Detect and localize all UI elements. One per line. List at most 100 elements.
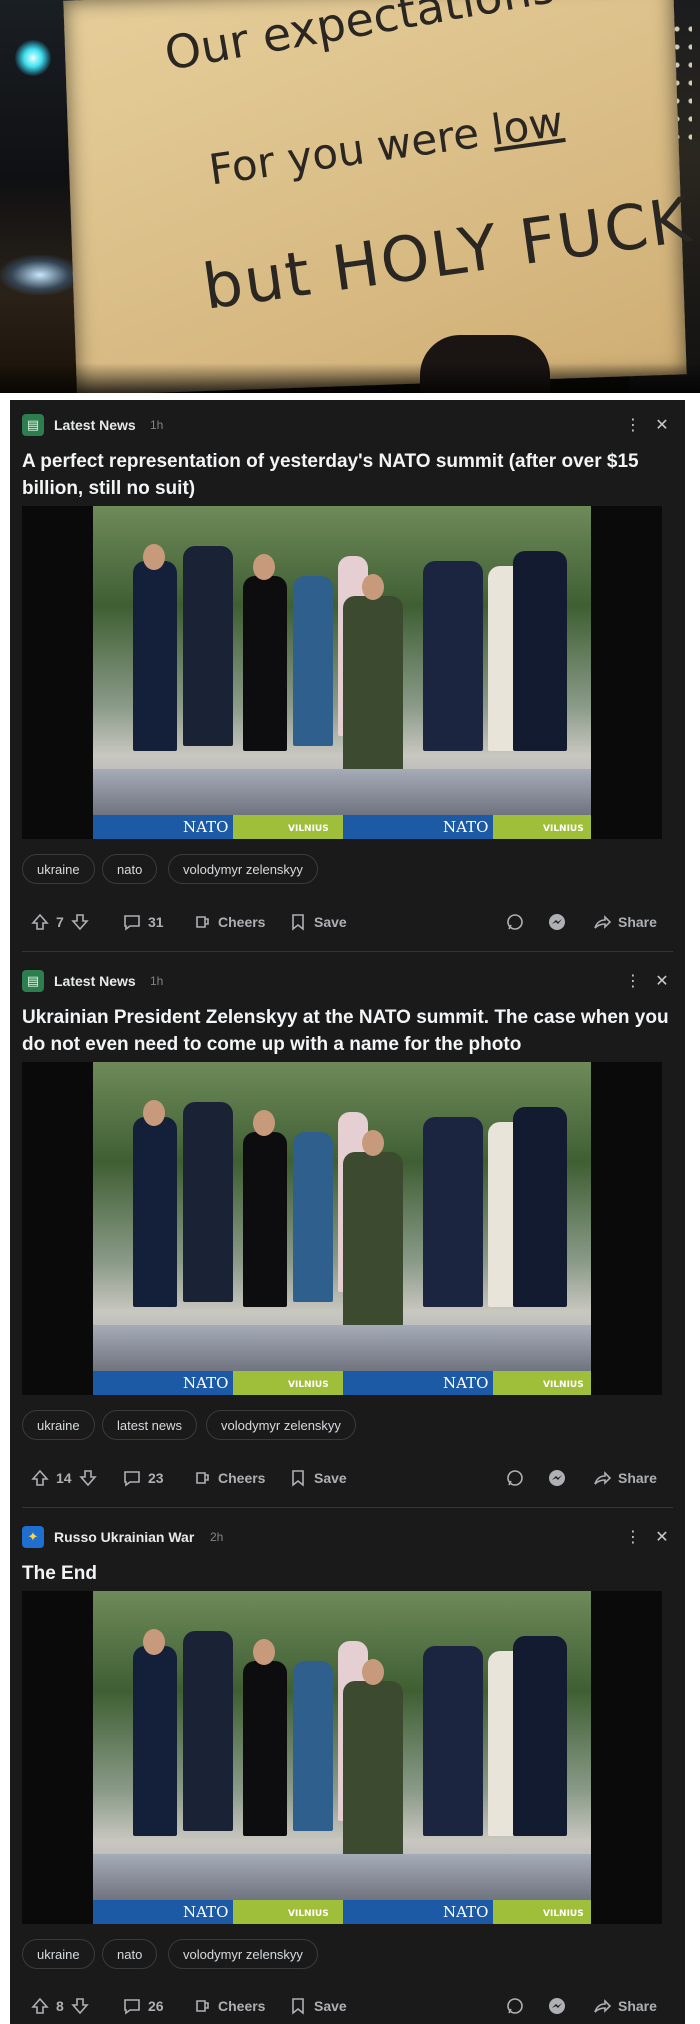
figure: [423, 561, 483, 751]
figure-head: [362, 1130, 384, 1156]
tag-chip[interactable]: ukraine: [22, 854, 95, 884]
save-button[interactable]: Save: [288, 907, 347, 937]
cheers-button[interactable]: Cheers: [192, 1463, 265, 1493]
tag-chip[interactable]: ukraine: [22, 1410, 95, 1440]
figure: [513, 551, 567, 751]
post-image[interactable]: NATO VILNIUS NATO VILNIUS: [22, 506, 662, 839]
cheers-icon: [196, 2000, 209, 2012]
post-time: 1h: [150, 974, 164, 988]
tag-list: ukraine latest news volodymyr zelenskyy: [22, 1410, 673, 1442]
banner-label: NATO: [443, 1374, 489, 1392]
messenger-icon: [549, 1470, 565, 1486]
save-label: Save: [314, 1470, 347, 1486]
cheers-button[interactable]: Cheers: [192, 907, 265, 937]
upvote-icon[interactable]: [30, 1996, 50, 2016]
more-options-icon[interactable]: ⋮: [622, 414, 644, 436]
figure: [293, 1661, 333, 1831]
close-icon[interactable]: ✕: [651, 414, 673, 436]
post-card[interactable]: ▤ Latest News 1h ⋮ ✕ Ukrainian President…: [22, 968, 673, 1508]
downvote-icon[interactable]: [78, 1468, 98, 1488]
banner-label: VILNIUS: [543, 1380, 584, 1390]
community-logo-icon[interactable]: ✦: [22, 1526, 44, 1548]
cheers-label: Cheers: [218, 914, 266, 930]
comment-count: 26: [148, 1998, 164, 2014]
whatsapp-button[interactable]: [505, 1463, 525, 1493]
save-button[interactable]: Save: [288, 1463, 347, 1493]
post-card[interactable]: ✦ Russo Ukrainian War 2h ⋮ ✕ The End NAT…: [22, 1524, 673, 2024]
figure-head: [362, 1659, 384, 1685]
share-button[interactable]: Share: [592, 1463, 657, 1493]
downvote-icon[interactable]: [70, 1996, 90, 2016]
figure: [243, 576, 287, 751]
share-label: Share: [618, 1998, 657, 2014]
more-options-icon[interactable]: ⋮: [622, 1526, 644, 1548]
action-bar: 8 26 Cheers Save Share: [22, 1991, 673, 2021]
figure: [183, 546, 233, 746]
tag-chip[interactable]: volodymyr zelenskyy: [168, 1939, 318, 1969]
close-icon[interactable]: ✕: [651, 1526, 673, 1548]
tag-chip[interactable]: ukraine: [22, 1939, 95, 1969]
post-image[interactable]: NATO VILNIUS NATO VILNIUS: [22, 1062, 662, 1395]
nato-photo: NATO VILNIUS NATO VILNIUS: [93, 1062, 591, 1395]
save-button[interactable]: Save: [288, 1991, 347, 2021]
messenger-icon: [549, 1998, 565, 2014]
figure-head: [362, 574, 384, 600]
vote-count: 8: [56, 1998, 64, 2014]
comments-button[interactable]: 26: [122, 1991, 164, 2021]
tag-list: ukraine nato volodymyr zelenskyy: [22, 854, 673, 886]
tag-chip[interactable]: volodymyr zelenskyy: [168, 854, 318, 884]
tag-chip[interactable]: nato: [102, 854, 158, 884]
messenger-button[interactable]: [547, 907, 567, 937]
post-card[interactable]: ▤ Latest News 1h ⋮ ✕ A perfect represent…: [22, 412, 673, 952]
bookmark-icon: [292, 1998, 304, 2015]
messenger-button[interactable]: [547, 1991, 567, 2021]
comment-icon: [124, 1999, 140, 2015]
share-label: Share: [618, 1470, 657, 1486]
sign-line-2: For you were low: [206, 96, 566, 194]
community-name[interactable]: Latest News: [54, 417, 136, 433]
post-time: 2h: [210, 1530, 224, 1544]
whatsapp-button[interactable]: [505, 1991, 525, 2021]
figure: [513, 1107, 567, 1307]
tag-chip[interactable]: nato: [102, 1939, 158, 1969]
post-header: ✦ Russo Ukrainian War 2h ⋮ ✕: [22, 1524, 673, 1552]
banner-label: NATO: [443, 818, 489, 836]
cheers-label: Cheers: [218, 1470, 266, 1486]
news-icon[interactable]: ▤: [22, 414, 44, 436]
banner-label: NATO: [183, 818, 229, 836]
share-icon: [594, 1999, 612, 2013]
tag-chip[interactable]: latest news: [102, 1410, 198, 1440]
community-name[interactable]: Latest News: [54, 973, 136, 989]
figure-head: [253, 1110, 275, 1136]
save-label: Save: [314, 1998, 347, 2014]
tag-chip[interactable]: volodymyr zelenskyy: [206, 1410, 356, 1440]
post-title[interactable]: The End: [22, 1560, 673, 1587]
news-icon[interactable]: ▤: [22, 970, 44, 992]
post-title[interactable]: Ukrainian President Zelenskyy at the NAT…: [22, 1004, 673, 1058]
downvote-icon[interactable]: [70, 912, 90, 932]
nato-photo: NATO VILNIUS NATO VILNIUS: [93, 1591, 591, 1924]
vote-count: 7: [56, 914, 64, 930]
whatsapp-button[interactable]: [505, 907, 525, 937]
comment-icon: [124, 1471, 140, 1487]
post-image[interactable]: NATO VILNIUS NATO VILNIUS: [22, 1591, 662, 1924]
upvote-icon[interactable]: [30, 912, 50, 932]
cheers-button[interactable]: Cheers: [192, 1991, 265, 2021]
post-title[interactable]: A perfect representation of yesterday's …: [22, 448, 673, 502]
street-light: [15, 40, 51, 76]
cheers-icon: [196, 916, 209, 928]
vote-group: 8: [30, 1991, 90, 2021]
comments-button[interactable]: 23: [122, 1463, 164, 1493]
messenger-button[interactable]: [547, 1463, 567, 1493]
more-options-icon[interactable]: ⋮: [622, 970, 644, 992]
figure: [133, 561, 177, 751]
close-icon[interactable]: ✕: [651, 970, 673, 992]
share-button[interactable]: Share: [592, 907, 657, 937]
comment-count: 31: [148, 914, 164, 930]
bookmark-icon: [292, 1470, 304, 1487]
community-name[interactable]: Russo Ukrainian War: [54, 1529, 194, 1545]
comments-button[interactable]: 31: [122, 907, 164, 937]
upvote-icon[interactable]: [30, 1468, 50, 1488]
share-button[interactable]: Share: [592, 1991, 657, 2021]
meme-image[interactable]: Our expectations For you were low but HO…: [0, 0, 700, 393]
